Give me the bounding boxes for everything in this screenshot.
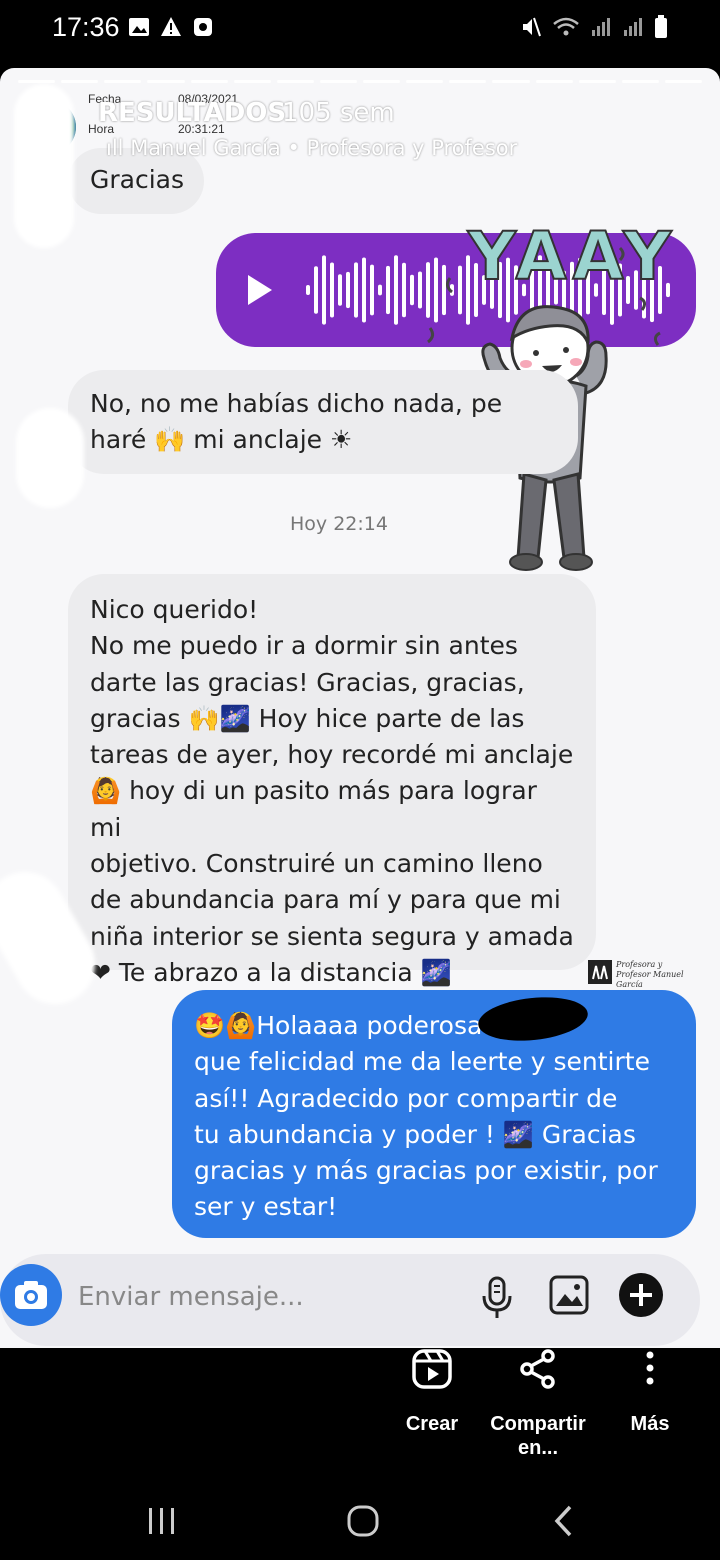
- share-icon: [520, 1349, 555, 1389]
- message-line: objetivo. Construiré un camino lleno: [90, 849, 543, 879]
- mute-icon: [523, 17, 541, 37]
- message-bubble-incoming: Nico querido! No me puedo ir a dormir si…: [68, 574, 596, 987]
- privacy-blur: [14, 84, 74, 248]
- message-composer[interactable]: Enviar mensaje...: [0, 1254, 700, 1346]
- post-age: 105 sem: [282, 98, 395, 128]
- music-label: Manuel García • Profesora y Profesor: [130, 136, 518, 160]
- waveform-bar: [394, 255, 398, 325]
- story-card[interactable]: Fecha 08/03/2021 Hora 20:31:21 Gracias R…: [0, 68, 720, 1348]
- message-line: 🤩🙆Holaaaa poderosa ! 😍😍: [194, 1011, 561, 1040]
- watermark: Profesora y Profesor Manuel García: [588, 960, 698, 989]
- status-bar: 17:36: [0, 0, 720, 62]
- message-line: No, no me habías dicho nada, pe: [90, 389, 503, 418]
- plus-icon[interactable]: [618, 1272, 664, 1318]
- message-line: niña interior se sienta segura y amada: [90, 921, 574, 951]
- message-line: No me puedo ir a dormir sin antes: [90, 631, 518, 661]
- message-text: Gracias: [90, 165, 185, 194]
- message-line: tu abundancia y poder ! 🌌 Gracias: [194, 1119, 636, 1149]
- gallery-icon[interactable]: [548, 1274, 590, 1316]
- message-line: Nico querido!: [90, 595, 259, 624]
- message-line: 🙆 hoy di un pasito más para lograr mi: [90, 776, 537, 842]
- message-bubble-outgoing: 🤩🙆Holaaaa poderosa ! 😍😍 que felicidad me…: [172, 990, 696, 1238]
- privacy-blur: [16, 408, 84, 508]
- share-label-1: Compartir: [490, 1413, 586, 1435]
- reels-icon: [412, 1349, 452, 1389]
- waveform-bar: [378, 284, 382, 296]
- waveform-bar: [370, 264, 374, 316]
- message-line: haré 🙌 mi anclaje ☀: [90, 425, 353, 455]
- message-line: de abundancia para mí y para que mi: [90, 885, 561, 915]
- message-line: ❤ Te abrazo a la distancia 🌌: [90, 957, 452, 987]
- share-label-2: en...: [517, 1437, 558, 1459]
- signal-icon-2: [624, 18, 642, 36]
- music-bars-icon: ıll: [106, 136, 131, 160]
- create-label: Crear: [405, 1413, 459, 1435]
- play-icon[interactable]: [248, 275, 272, 305]
- home-icon[interactable]: [346, 1504, 380, 1538]
- message-line: gracias y más gracias por existir, por: [194, 1156, 658, 1186]
- story-actions: Crear Compartir en... Más: [0, 1348, 720, 1478]
- waveform-bar: [330, 262, 334, 318]
- message-line: tareas de ayer, hoy recordé mi anclaje: [90, 740, 574, 770]
- status-time: 17:36: [52, 12, 120, 42]
- waveform-bar: [346, 271, 350, 309]
- create-button[interactable]: Crear: [392, 1348, 472, 1436]
- battery-icon: [655, 15, 667, 38]
- waveform-bar: [322, 255, 326, 325]
- message-input[interactable]: Enviar mensaje...: [78, 1282, 304, 1312]
- wifi-icon: [553, 17, 579, 36]
- message-line: darte las gracias! Gracias, gracias,: [90, 667, 525, 697]
- waveform-bar: [386, 265, 390, 315]
- watermark-text: Profesora y Profesor Manuel García: [616, 960, 684, 989]
- signal-icon-1: [592, 18, 610, 36]
- more-button[interactable]: Más: [614, 1348, 686, 1436]
- message-line: así!! Agradecido por compartir de: [194, 1083, 618, 1113]
- recent-apps-icon[interactable]: [146, 1506, 178, 1536]
- more-vertical-icon: [646, 1351, 654, 1385]
- waveform-bar: [402, 262, 406, 318]
- message-bubble-incoming: No, no me habías dicho nada, pe haré 🙌 m…: [68, 370, 578, 474]
- more-label: Más: [630, 1413, 670, 1435]
- system-nav-bar: [0, 1490, 720, 1560]
- message-line: que felicidad me da leerte y sentirte: [194, 1047, 650, 1077]
- waveform-bar: [354, 262, 358, 318]
- gallery-notification-icon: [129, 18, 149, 36]
- waveform-bar: [410, 274, 414, 306]
- logo-icon: [588, 960, 612, 984]
- account-title[interactable]: RESULTADOS: [98, 98, 286, 128]
- chat-timestamp: Hoy 22:14: [290, 513, 388, 535]
- waveform-bar: [306, 285, 310, 295]
- waveform-bar: [362, 257, 366, 323]
- microphone-icon[interactable]: [478, 1274, 516, 1322]
- camera-icon: [15, 1281, 47, 1309]
- share-button[interactable]: Compartir en...: [486, 1348, 590, 1460]
- message-line: gracias 🙌🌌 Hoy hice parte de las: [90, 703, 525, 733]
- back-icon[interactable]: [552, 1504, 576, 1538]
- warning-icon: [161, 17, 181, 36]
- camera-button[interactable]: [0, 1264, 62, 1326]
- waveform-bar: [338, 274, 342, 306]
- story-progress-bar: [18, 80, 702, 83]
- waveform-bar: [314, 266, 318, 314]
- message-line: ser y estar!: [194, 1192, 338, 1222]
- app-notification-icon: [194, 18, 212, 36]
- music-attribution[interactable]: ıll Manuel García • Profesora y Profesor: [106, 136, 517, 160]
